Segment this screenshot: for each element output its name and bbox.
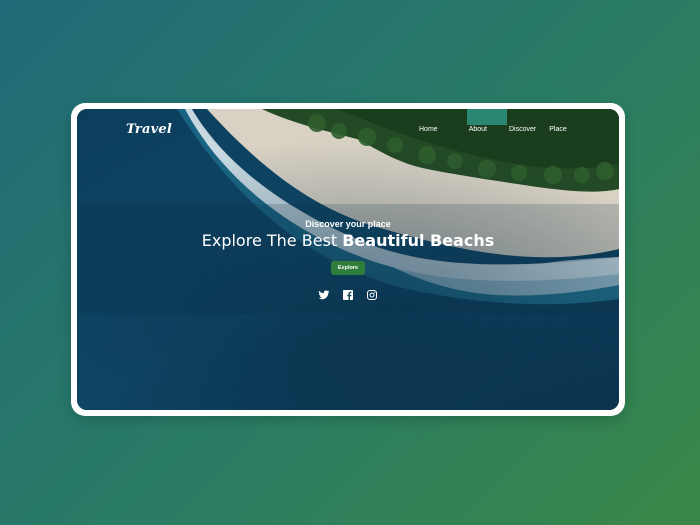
headline-regular: Explore The Best [201, 231, 343, 250]
hero-headline: Explore The Best Beautiful Beachs [77, 231, 619, 250]
hero-section: Travel Home About Discover Place Discove… [77, 109, 619, 410]
headline-bold: Beautiful Beachs [342, 231, 495, 250]
nav-place[interactable]: Place [549, 126, 567, 133]
facebook-icon[interactable] [342, 288, 354, 300]
logo[interactable]: Travel [126, 122, 172, 137]
nav-home[interactable]: Home [419, 126, 438, 133]
beach-aerial-image [77, 109, 619, 410]
hero-subtitle: Discover your place [305, 219, 391, 229]
nav-discover[interactable]: Discover [509, 126, 536, 133]
nav-about[interactable]: About [469, 126, 487, 133]
social-links [77, 288, 619, 300]
main-nav: Home About Discover Place [419, 126, 567, 133]
explore-button[interactable]: Explore [331, 261, 365, 275]
instagram-icon[interactable] [366, 288, 378, 300]
twitter-icon[interactable] [318, 288, 330, 300]
